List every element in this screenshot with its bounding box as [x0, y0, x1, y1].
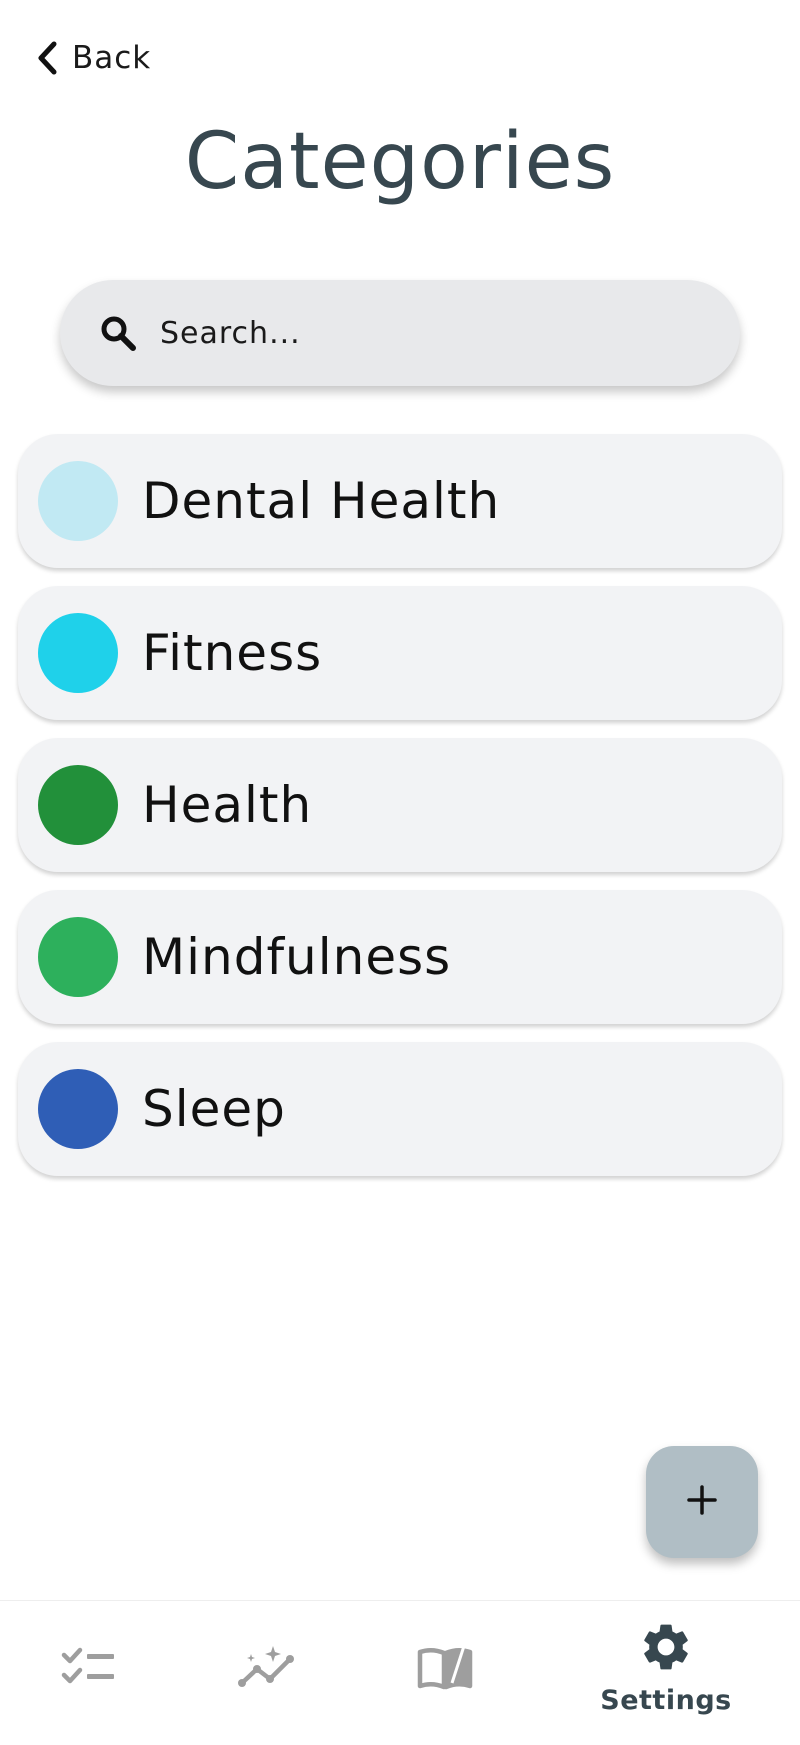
nav-tab-journal[interactable] [365, 1601, 525, 1745]
category-label: Dental Health [142, 472, 501, 530]
category-label: Mindfulness [142, 928, 452, 986]
category-color-dot [38, 613, 118, 693]
nav-tab-settings[interactable]: Settings [586, 1601, 746, 1745]
category-item-mindfulness[interactable]: Mindfulness [18, 890, 782, 1024]
category-label: Sleep [142, 1080, 286, 1138]
nav-label-settings: Settings [600, 1685, 732, 1716]
add-category-button[interactable] [646, 1446, 758, 1558]
insights-icon [237, 1637, 297, 1697]
category-color-dot [38, 917, 118, 997]
category-item-sleep[interactable]: Sleep [18, 1042, 782, 1176]
nav-tab-checklist[interactable] [9, 1601, 169, 1745]
bottom-navigation: Settings [0, 1600, 800, 1745]
category-color-dot [38, 765, 118, 845]
category-label: Health [142, 776, 313, 834]
category-color-dot [38, 1069, 118, 1149]
checklist-icon [59, 1637, 119, 1697]
book-icon [415, 1637, 475, 1697]
chevron-left-icon [36, 41, 58, 75]
search-icon [94, 309, 142, 357]
search-bar[interactable] [60, 280, 740, 386]
back-label: Back [72, 40, 152, 76]
category-item-dental-health[interactable]: Dental Health [18, 434, 782, 568]
plus-icon [685, 1483, 719, 1521]
nav-tab-insights[interactable] [187, 1601, 347, 1745]
category-color-dot [38, 461, 118, 541]
category-label: Fitness [142, 624, 323, 682]
search-input[interactable] [158, 314, 682, 352]
category-list: Dental Health Fitness Health Mindfulness… [18, 434, 782, 1194]
category-item-fitness[interactable]: Fitness [18, 586, 782, 720]
page-title: Categories [184, 117, 616, 207]
category-item-health[interactable]: Health [18, 738, 782, 872]
back-button[interactable]: Back [36, 34, 151, 82]
gear-icon [636, 1617, 696, 1677]
